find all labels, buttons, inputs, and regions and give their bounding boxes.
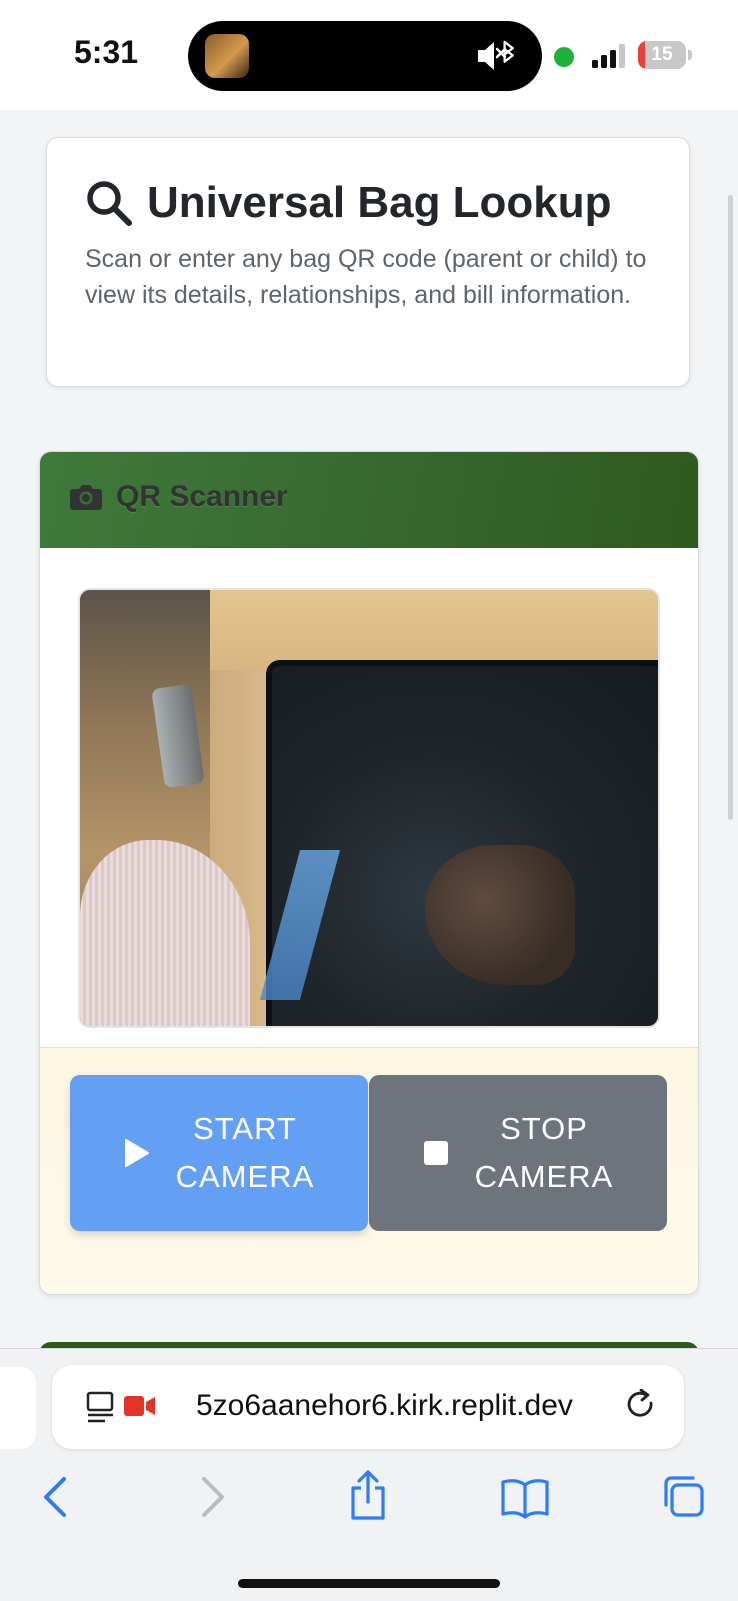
share-icon[interactable] (348, 1469, 388, 1521)
scanner-controls: START CAMERA STOP CAMERA (40, 1047, 698, 1294)
camera-icon (70, 485, 102, 510)
play-icon (124, 1138, 150, 1168)
bookmarks-icon[interactable] (500, 1477, 550, 1519)
url-text[interactable]: 5zo6aanehor6.kirk.replit.dev (196, 1389, 573, 1423)
battery-icon: 15 (638, 41, 686, 69)
bluetooth-icon (503, 40, 514, 63)
qr-scanner-card: QR Scanner START CAMERA STOP CAMERA (39, 451, 699, 1295)
dynamic-island[interactable] (188, 21, 542, 91)
page-title-row: Universal Bag Lookup (85, 178, 612, 228)
camera-preview (78, 588, 660, 1028)
mute-bluetooth-icon (476, 37, 522, 80)
camera-recording-icon[interactable] (124, 1395, 156, 1417)
search-icon (87, 181, 132, 226)
browser-toolbar: 5zo6aanehor6.kirk.replit.dev (0, 1348, 738, 1601)
stop-icon (423, 1140, 449, 1166)
stop-camera-label: STOP CAMERA (474, 1111, 614, 1194)
status-bar: 5:31 15 (0, 0, 738, 110)
signal-icon (592, 44, 625, 68)
start-camera-button[interactable]: START CAMERA (70, 1075, 368, 1231)
tabs-icon[interactable] (660, 1473, 706, 1519)
status-time: 5:31 (74, 34, 139, 70)
battery-nub (688, 50, 692, 60)
back-icon[interactable] (40, 1475, 70, 1519)
reload-icon[interactable] (626, 1389, 658, 1423)
mute-icon (478, 42, 494, 70)
start-camera-label: START CAMERA (175, 1111, 315, 1194)
address-bar[interactable]: 5zo6aanehor6.kirk.replit.dev (52, 1365, 684, 1449)
camera-in-use-dot (554, 47, 574, 67)
scanner-title: QR Scanner (116, 480, 288, 513)
page-title: Universal Bag Lookup (147, 178, 612, 227)
battery-level: 15 (651, 44, 673, 65)
reader-icon[interactable] (86, 1391, 116, 1423)
home-indicator[interactable] (238, 1579, 500, 1588)
scanner-header: QR Scanner (40, 452, 698, 548)
page-scrollbar[interactable] (728, 195, 733, 820)
page-description: Scan or enter any bag QR code (parent or… (85, 245, 647, 309)
lookup-header-card: Universal Bag Lookup Scan or enter any b… (46, 137, 690, 387)
stop-camera-button[interactable]: STOP CAMERA (369, 1075, 667, 1231)
now-playing-thumbnail[interactable] (205, 34, 249, 78)
forward-icon[interactable] (198, 1475, 228, 1519)
previous-tab-preview[interactable] (0, 1367, 36, 1449)
